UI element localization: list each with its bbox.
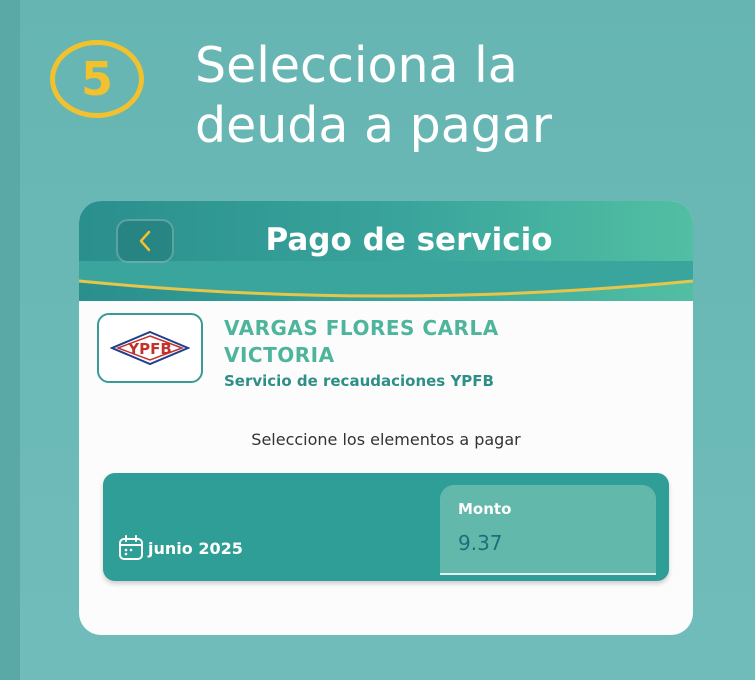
- client-name: VARGAS FLORES CARLA VICTORIA: [224, 315, 664, 369]
- ypfb-logo: YPFB: [97, 313, 203, 383]
- debt-item[interactable]: junio 2025 Monto 9.37: [103, 473, 669, 581]
- step-number: 5: [80, 52, 113, 106]
- amount-value: 9.37: [458, 531, 503, 555]
- chevron-left-icon: [139, 230, 151, 252]
- payment-card: Pago de servicio YPFB VARGAS FLORES CARL…: [79, 201, 693, 635]
- calendar-icon: [119, 535, 143, 560]
- header-wave: [79, 261, 693, 298]
- step-title: Selecciona la deuda a pagar: [195, 36, 735, 156]
- page-title: Pago de servicio: [265, 222, 553, 258]
- client-name-line1: VARGAS FLORES CARLA: [224, 316, 499, 340]
- frame-edge: [0, 0, 20, 680]
- step-number-badge: 5: [50, 40, 144, 118]
- step-title-line2: deuda a pagar: [195, 97, 553, 154]
- amount-field[interactable]: Monto 9.37: [440, 485, 656, 575]
- svg-text:YPFB: YPFB: [127, 340, 172, 358]
- instructions-text: Seleccione los elementos a pagar: [251, 430, 521, 449]
- client-name-line2: VICTORIA: [224, 343, 335, 367]
- amount-label: Monto: [458, 500, 512, 518]
- back-button[interactable]: [116, 219, 174, 263]
- ypfb-logo-icon: YPFB: [110, 330, 190, 366]
- service-name: Servicio de recaudaciones YPFB: [224, 372, 494, 390]
- debt-period-label: junio 2025: [148, 538, 243, 558]
- tutorial-frame: 5 Selecciona la deuda a pagar Pago de se…: [0, 0, 755, 680]
- step-title-line1: Selecciona la: [195, 37, 518, 94]
- debt-period: junio 2025: [117, 533, 243, 563]
